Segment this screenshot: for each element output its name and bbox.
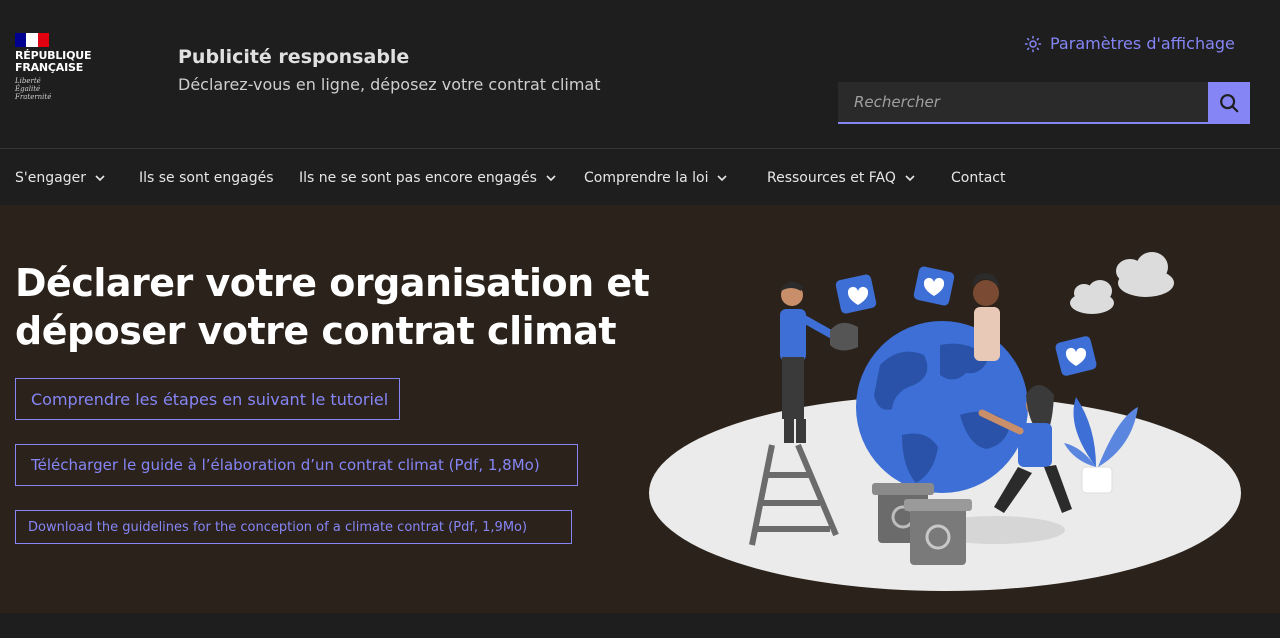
heart-bubble-icon bbox=[835, 274, 877, 314]
logo-line-2: FRANÇAISE bbox=[15, 61, 84, 74]
heart-bubble-icon bbox=[1055, 336, 1097, 376]
marianne-flag-icon bbox=[15, 33, 49, 47]
nav-item-label: Ressources et FAQ bbox=[767, 169, 896, 186]
motto-egalite: Égalité bbox=[15, 85, 41, 93]
display-settings-button[interactable]: Paramètres d'affichage bbox=[1024, 34, 1235, 53]
service-tagline: Déclarez-vous en ligne, déposez votre co… bbox=[178, 75, 601, 94]
republique-francaise-logo[interactable]: RÉPUBLIQUE FRANÇAISE Liberté Égalité Fra… bbox=[15, 33, 105, 101]
search-icon bbox=[1220, 94, 1239, 113]
download-guide-en-button[interactable]: Download the guidelines for the concepti… bbox=[15, 510, 572, 544]
footer-band bbox=[0, 613, 1280, 638]
nav-item-contact[interactable]: Contact bbox=[951, 149, 1005, 206]
heart-bubble-icon bbox=[913, 266, 955, 306]
globe-icon bbox=[856, 321, 1028, 493]
nav-item-label: Ils ne se sont pas encore engagés bbox=[299, 169, 537, 186]
service-title[interactable]: Publicité responsable bbox=[178, 46, 409, 68]
nav-item-ils-ne-se-sont-pas-encore-engages[interactable]: Ils ne se sont pas encore engagés bbox=[299, 149, 557, 206]
display-settings-label: Paramètres d'affichage bbox=[1050, 34, 1235, 53]
chevron-down-icon bbox=[95, 174, 105, 181]
climate-illustration bbox=[649, 252, 1241, 591]
nav-item-label: Comprendre la loi bbox=[584, 169, 709, 186]
nav-item-s-engager[interactable]: S'engager bbox=[15, 149, 106, 206]
hero-section: Déclarer votre organisation et déposer v… bbox=[0, 205, 1280, 613]
nav-item-label: S'engager bbox=[15, 169, 86, 186]
header: RÉPUBLIQUE FRANÇAISE Liberté Égalité Fra… bbox=[0, 0, 1280, 148]
sun-icon bbox=[1024, 35, 1042, 52]
logo-motto: Liberté Égalité Fraternité bbox=[15, 77, 105, 101]
hero-title: Déclarer votre organisation et déposer v… bbox=[15, 261, 650, 353]
logo-text: RÉPUBLIQUE FRANÇAISE bbox=[15, 50, 105, 74]
nav-item-label: Ils se sont engagés bbox=[139, 169, 274, 186]
nav-item-ressources-et-faq[interactable]: Ressources et FAQ bbox=[767, 149, 916, 206]
cloud-icon bbox=[1070, 252, 1174, 314]
motto-fraternite: Fraternité bbox=[15, 93, 52, 101]
recycle-bin-icon bbox=[904, 499, 972, 565]
nav-item-comprendre-la-loi[interactable]: Comprendre la loi bbox=[584, 149, 728, 206]
tutorial-button[interactable]: Comprendre les étapes en suivant le tuto… bbox=[15, 378, 400, 420]
nav-item-label: Contact bbox=[951, 169, 1006, 186]
main-navigation: S'engager Ils se sont engagés Ils ne se … bbox=[0, 148, 1280, 205]
chevron-down-icon bbox=[905, 174, 915, 181]
chevron-down-icon bbox=[717, 174, 728, 181]
nav-item-ils-se-sont-engages[interactable]: Ils se sont engagés bbox=[139, 149, 274, 206]
download-guide-fr-button[interactable]: Télécharger le guide à l’élaboration d’u… bbox=[15, 444, 578, 486]
motto-liberte: Liberté bbox=[15, 77, 41, 85]
search-input[interactable] bbox=[838, 82, 1208, 124]
chevron-down-icon bbox=[546, 174, 556, 181]
search-bar bbox=[838, 82, 1250, 124]
search-button[interactable] bbox=[1208, 82, 1250, 124]
